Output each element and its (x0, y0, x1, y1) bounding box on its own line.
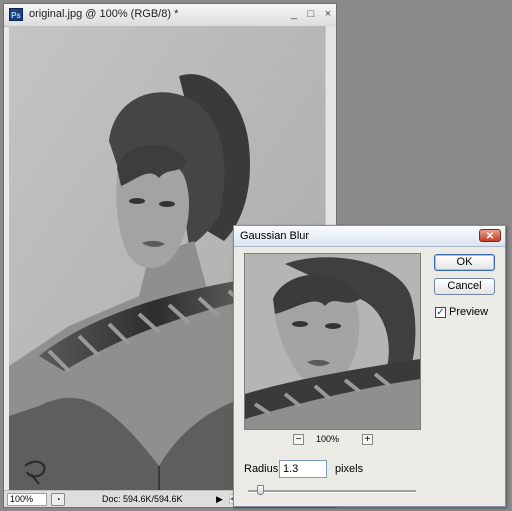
status-menu-arrow-icon[interactable]: ▶ (216, 493, 223, 505)
maximize-icon[interactable]: □ (304, 8, 318, 21)
ok-button[interactable]: OK (434, 254, 495, 271)
dialog-titlebar[interactable]: Gaussian Blur ✕ (234, 226, 505, 247)
zoom-field[interactable]: 100% (7, 493, 47, 506)
blur-preview[interactable] (244, 253, 421, 430)
preview-checkbox-label[interactable]: Preview (449, 306, 488, 318)
document-title: original.jpg @ 100% (RGB/8) * (29, 8, 179, 20)
radius-slider-track[interactable] (248, 490, 416, 493)
status-info-icon[interactable]: ◔ (51, 493, 65, 506)
dialog-title: Gaussian Blur (240, 230, 310, 242)
radius-label: Radius: (244, 463, 282, 475)
cancel-button[interactable]: Cancel (434, 278, 495, 295)
zoom-in-button[interactable]: + (362, 434, 373, 445)
preview-image (245, 254, 420, 429)
preview-zoom-level: 100% (316, 434, 340, 444)
radius-input[interactable] (279, 460, 327, 478)
minimize-icon[interactable]: _ (287, 8, 301, 21)
doc-size-info: Doc: 594.6K/594.6K (102, 494, 183, 504)
photoshop-icon: Ps (9, 8, 23, 21)
dialog-close-icon[interactable]: ✕ (479, 229, 501, 242)
units-label: pixels (335, 463, 364, 475)
document-titlebar[interactable]: Ps original.jpg @ 100% (RGB/8) * _ □ × (4, 4, 336, 27)
close-icon[interactable]: × (321, 8, 335, 21)
preview-checkbox[interactable]: ✓ (435, 307, 446, 318)
zoom-out-button[interactable]: − (293, 434, 304, 445)
gaussian-blur-dialog: Gaussian Blur ✕ − 100% + OK Cancel ✓ Pre… (233, 225, 506, 507)
radius-slider-thumb[interactable] (256, 485, 264, 495)
